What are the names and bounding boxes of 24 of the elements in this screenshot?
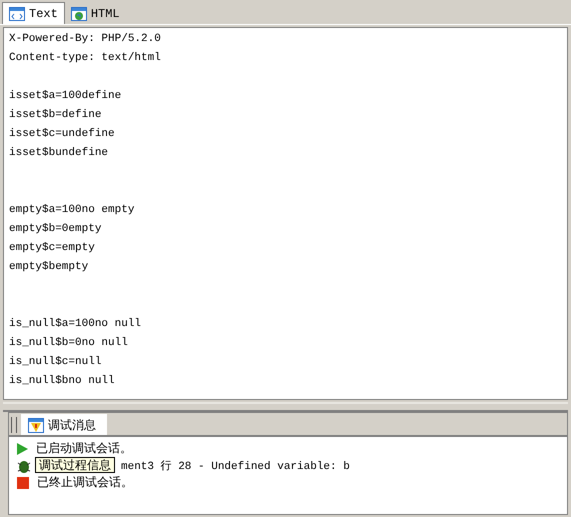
output-line: empty$c=empty [9, 241, 96, 256]
output-line: isset$a=100define [9, 89, 122, 104]
output-line: Content-type: text/html [9, 51, 162, 66]
output-line: empty$bempty [9, 260, 90, 275]
tab[interactable]: Text [2, 2, 65, 24]
output-line: empty$b=0empty [9, 222, 102, 237]
code-tag-icon [9, 6, 25, 20]
stop-icon [17, 476, 29, 488]
debug-message: 已终止调试会话。 [37, 475, 133, 491]
tab[interactable]: 调试消息 [21, 414, 107, 435]
output-line: is_null$b=0no null [9, 336, 129, 351]
output-line: isset$bundefine [9, 146, 110, 161]
output-line: isset$c=undefine [9, 127, 116, 142]
debug-message: 已启动调试会话。 [36, 441, 132, 457]
output-line: is_null$bno null [9, 374, 116, 389]
output-line: empty$a=100no empty [9, 203, 136, 218]
output-line: is_null$c=null [9, 355, 102, 370]
warning-icon [28, 418, 44, 432]
output-line: isset$b=define [9, 108, 102, 123]
tooltip: 调试过程信息 [35, 457, 115, 473]
debug-message: ment3 行 28 - Undefined variable: b [121, 459, 350, 473]
output-line: X-Powered-By: PHP/5.2.0 [9, 32, 162, 47]
play-icon [17, 442, 28, 454]
output-line: is_null$a=100no null [9, 317, 142, 332]
